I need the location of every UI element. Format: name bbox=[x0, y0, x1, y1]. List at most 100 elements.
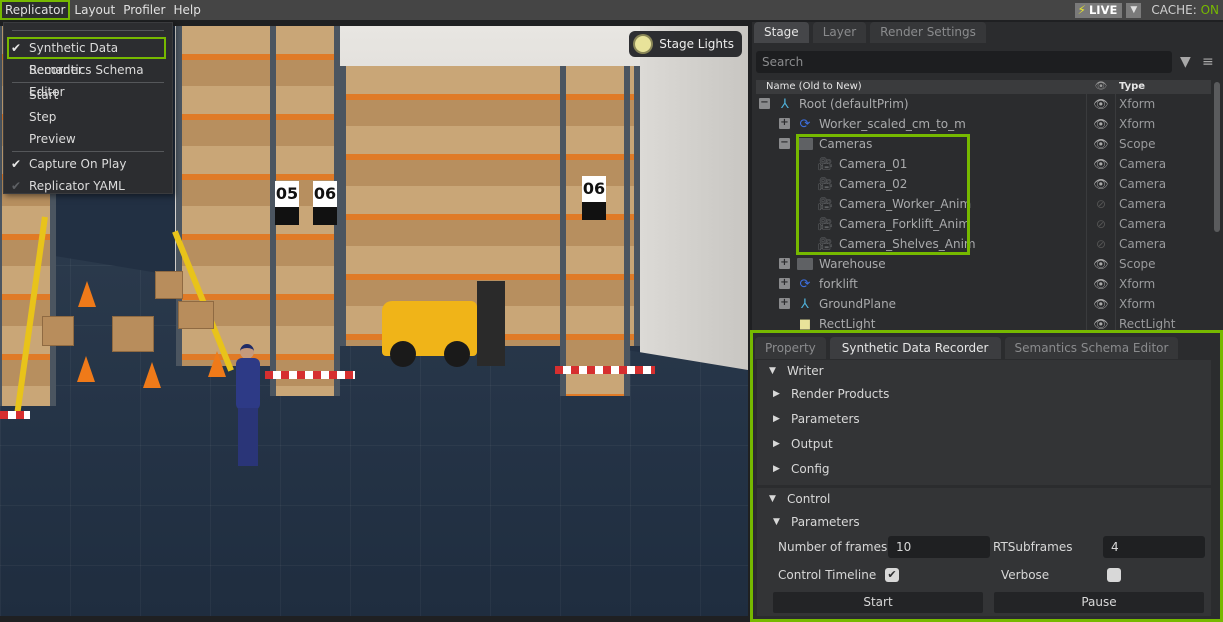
aisle-sign: 05 bbox=[275, 181, 299, 225]
tree-row-label: Worker_scaled_cm_to_m bbox=[819, 117, 966, 131]
eye-hidden-icon[interactable]: ⊘ bbox=[1086, 214, 1116, 234]
control-parameters-collapsible[interactable]: ▼ Parameters bbox=[773, 515, 860, 529]
hazard-stripe bbox=[0, 411, 30, 419]
tab-synthetic-data-recorder[interactable]: Synthetic Data Recorder bbox=[829, 337, 1001, 359]
collapse-icon[interactable]: − bbox=[759, 98, 770, 109]
pause-button[interactable]: Pause bbox=[994, 592, 1204, 613]
eye-icon[interactable]: 👁︎ bbox=[1086, 134, 1116, 154]
menu-item-synthetic-data-recorder[interactable]: ✔ Synthetic Data Recorder bbox=[7, 37, 166, 77]
writer-parameters-label: Parameters bbox=[791, 412, 860, 426]
tree-row[interactable]: 🎥︎ Camera_Worker_Anim ⊘ Camera bbox=[756, 194, 1211, 214]
animated-xform-icon: ⟳ bbox=[799, 276, 811, 292]
eye-hidden-icon[interactable]: ⊘ bbox=[1086, 234, 1116, 254]
tree-row-label: Warehouse bbox=[819, 257, 886, 271]
eye-icon[interactable]: 👁︎ bbox=[1086, 114, 1116, 134]
tree-row[interactable]: − ⅄ Root (defaultPrim) 👁︎ Xform bbox=[756, 94, 1211, 114]
replicator-menu: ✔ Synthetic Data Recorder Semantics Sche… bbox=[3, 22, 173, 194]
tree-row-type: Xform bbox=[1119, 277, 1156, 291]
eye-hidden-icon[interactable]: ⊘ bbox=[1086, 194, 1116, 214]
menu-item-step[interactable]: Step bbox=[4, 106, 172, 128]
tree-header: Name (Old to New) 👁 Type bbox=[756, 80, 1211, 94]
rt-subframes-input[interactable] bbox=[1103, 536, 1205, 558]
eye-icon[interactable]: 👁︎ bbox=[1086, 254, 1116, 274]
scrollbar[interactable] bbox=[1214, 82, 1220, 232]
live-dropdown-button[interactable]: ▼ bbox=[1126, 2, 1142, 18]
menu-item-semantics-schema-editor[interactable]: Semantics Schema Editor bbox=[4, 59, 172, 99]
worker bbox=[230, 344, 264, 470]
eye-icon[interactable]: 👁︎ bbox=[1086, 294, 1116, 314]
shelf-rack bbox=[560, 66, 630, 396]
triangle-right-icon: ▶ bbox=[773, 439, 780, 449]
tab-layer[interactable]: Layer bbox=[812, 22, 867, 43]
traffic-cone bbox=[77, 356, 95, 382]
expand-icon[interactable]: + bbox=[779, 298, 790, 309]
tree-row-label: GroundPlane bbox=[819, 297, 897, 311]
tab-render-settings[interactable]: Render Settings bbox=[870, 22, 986, 43]
tree-row[interactable]: + ⟳ forklift 👁︎ Xform bbox=[756, 274, 1211, 294]
tree-row[interactable]: − Cameras 👁︎ Scope bbox=[756, 134, 1211, 154]
tree-row-type: Xform bbox=[1119, 117, 1156, 131]
menu-help[interactable]: Help bbox=[169, 0, 204, 20]
num-frames-input[interactable] bbox=[888, 536, 990, 558]
tree-row[interactable]: + Warehouse 👁︎ Scope bbox=[756, 254, 1211, 274]
stage-lights-button[interactable]: Stage Lights bbox=[629, 31, 742, 57]
tree-row[interactable]: ■ RectLight 👁︎ RectLight bbox=[756, 314, 1211, 330]
column-header-name[interactable]: Name (Old to New) bbox=[756, 80, 1086, 94]
stage-panel: Stage Layer Render Settings ▼ ≡ Name (Ol… bbox=[752, 22, 1223, 330]
eye-icon[interactable]: 👁︎ bbox=[1086, 174, 1116, 194]
menu-layout[interactable]: Layout bbox=[70, 0, 119, 20]
checkmark-icon: ✔ bbox=[11, 41, 22, 55]
tree-row[interactable]: 🎥︎ Camera_01 👁︎ Camera bbox=[756, 154, 1211, 174]
expand-icon[interactable]: + bbox=[779, 118, 790, 129]
cardboard-box bbox=[178, 301, 214, 329]
xform-axis-icon: ⅄ bbox=[781, 96, 789, 112]
eye-icon[interactable]: 👁︎ bbox=[1086, 154, 1116, 174]
camera-icon: 🎥︎ bbox=[816, 156, 834, 172]
menu-replicator[interactable]: Replicator bbox=[0, 0, 71, 20]
tree-row[interactable]: + ⟳ Worker_scaled_cm_to_m 👁︎ Xform bbox=[756, 114, 1211, 134]
render-products-collapsible[interactable]: ▶ Render Products bbox=[773, 387, 889, 401]
writer-parameters-collapsible[interactable]: ▶ Parameters bbox=[773, 412, 860, 426]
filter-icon[interactable]: ▼ bbox=[1180, 54, 1196, 70]
tab-stage[interactable]: Stage bbox=[754, 22, 809, 43]
eye-icon[interactable]: 👁︎ bbox=[1086, 314, 1116, 330]
folder-icon bbox=[797, 258, 813, 270]
column-header-type[interactable]: Type bbox=[1116, 80, 1145, 94]
output-collapsible[interactable]: ▶ Output bbox=[773, 437, 833, 451]
control-collapsible[interactable]: ▼ Control bbox=[769, 492, 830, 506]
tab-semantics-schema-editor[interactable]: Semantics Schema Editor bbox=[1004, 337, 1179, 359]
tree-row[interactable]: 🎥︎ Camera_02 👁︎ Camera bbox=[756, 174, 1211, 194]
writer-collapsible[interactable]: ▼ Writer bbox=[769, 364, 824, 378]
tree-row[interactable]: 🎥︎ Camera_Shelves_Anim ⊘ Camera bbox=[756, 234, 1211, 254]
menu-item-label: Capture On Play bbox=[29, 157, 127, 171]
forklift bbox=[382, 281, 512, 371]
tree-row[interactable]: + ⅄ GroundPlane 👁︎ Xform bbox=[756, 294, 1211, 314]
menu-item-start[interactable]: Start bbox=[4, 84, 172, 106]
verbose-label: Verbose bbox=[1001, 568, 1050, 582]
collapse-icon[interactable]: − bbox=[779, 138, 790, 149]
menu-item-preview[interactable]: Preview bbox=[4, 128, 172, 150]
menu-item-capture-on-play[interactable]: ✔ Capture On Play bbox=[4, 153, 172, 175]
expand-icon[interactable]: + bbox=[779, 278, 790, 289]
search-input[interactable] bbox=[756, 51, 1172, 73]
eye-icon[interactable]: 👁︎ bbox=[1086, 94, 1116, 114]
camera-icon: 🎥︎ bbox=[816, 216, 834, 232]
eye-icon[interactable]: 👁 bbox=[1086, 80, 1116, 94]
menu-item-replicator-yaml[interactable]: ✔ Replicator YAML bbox=[4, 175, 172, 197]
live-button[interactable]: ⚡ LIVE bbox=[1074, 2, 1123, 18]
start-button[interactable]: Start bbox=[773, 592, 983, 613]
tree-row-label: Camera_Shelves_Anim bbox=[839, 237, 976, 251]
tab-property[interactable]: Property bbox=[755, 337, 826, 359]
writer-section: ▼ Writer ▶ Render Products ▶ Parameters … bbox=[757, 360, 1211, 485]
menu-profiler[interactable]: Profiler bbox=[119, 0, 169, 20]
eye-icon[interactable]: 👁︎ bbox=[1086, 274, 1116, 294]
tree-row-type: Scope bbox=[1119, 257, 1156, 271]
verbose-checkbox[interactable] bbox=[1107, 568, 1121, 582]
control-timeline-checkbox[interactable]: ✔ bbox=[885, 568, 899, 582]
tree-row[interactable]: 🎥︎ Camera_Forklift_Anim ⊘ Camera bbox=[756, 214, 1211, 234]
tree-row-label: Camera_01 bbox=[839, 157, 908, 171]
config-collapsible[interactable]: ▶ Config bbox=[773, 462, 830, 476]
lightning-bolt-icon: ⚡ bbox=[1077, 3, 1086, 17]
hamburger-menu-icon[interactable]: ≡ bbox=[1202, 54, 1218, 70]
expand-icon[interactable]: + bbox=[779, 258, 790, 269]
